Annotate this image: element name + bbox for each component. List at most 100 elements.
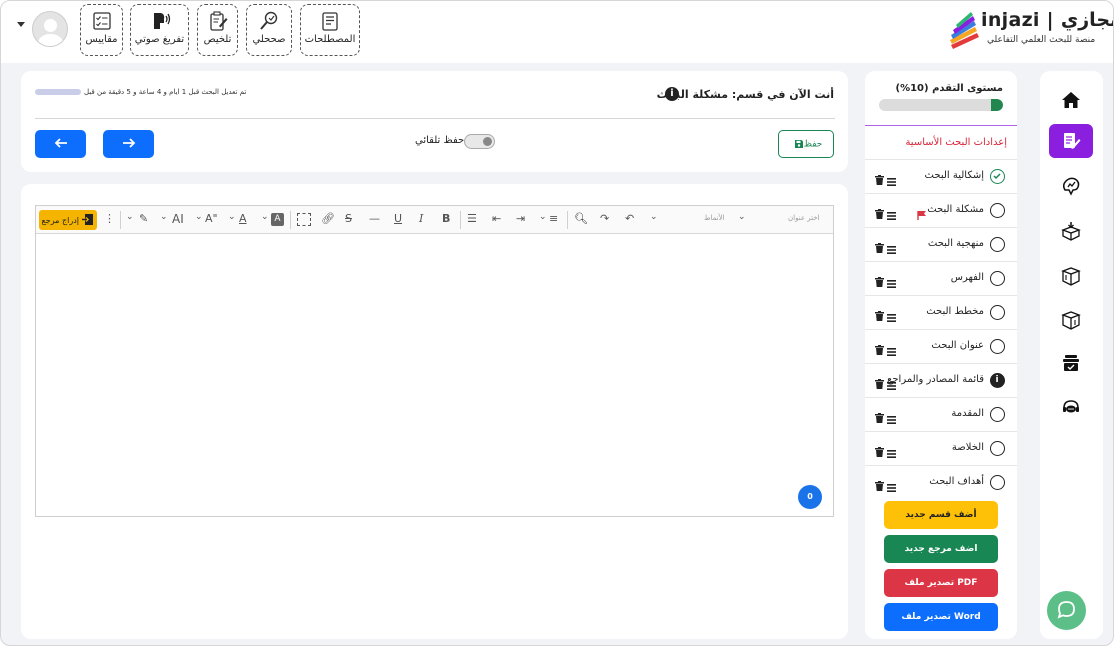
background-color-icon[interactable]: A: [271, 213, 284, 226]
underline-icon[interactable]: U: [394, 212, 402, 228]
autosave-toggle[interactable]: [464, 134, 495, 149]
section-item[interactable]: i قائمة المصادر والمراجع: [865, 363, 1017, 397]
drag-menu-icon[interactable]: [887, 341, 896, 356]
nav-box-download[interactable]: [1049, 214, 1093, 248]
chevron-down-icon[interactable]: ⌄: [650, 212, 658, 228]
export-word-button[interactable]: تصدير ملف Word: [884, 603, 998, 631]
horizontal-rule-icon[interactable]: —: [369, 212, 380, 228]
redo-icon[interactable]: ↷: [600, 212, 609, 228]
trash-icon[interactable]: [875, 408, 884, 423]
chevron-down-icon[interactable]: ⌄: [738, 212, 746, 228]
drag-menu-icon[interactable]: [887, 375, 896, 390]
chevron-down-icon[interactable]: ⌄: [539, 212, 547, 228]
nav-support[interactable]: [1049, 391, 1093, 425]
drag-menu-icon[interactable]: [887, 409, 896, 424]
tool-summarize-button[interactable]: تلخيص: [197, 4, 238, 56]
user-avatar[interactable]: [32, 11, 68, 47]
chat-button[interactable]: [1047, 591, 1086, 630]
tool-proofread-button[interactable]: صححلي: [246, 4, 292, 56]
empty-circle-icon: [990, 237, 1005, 252]
drag-menu-icon[interactable]: [887, 443, 896, 458]
chevron-down-icon[interactable]: ⌄: [160, 212, 168, 228]
add-reference-button[interactable]: اضف مرجع جديد: [884, 535, 998, 563]
heading-select[interactable]: اختر عنوان: [788, 214, 819, 222]
font-size-icon[interactable]: AI: [172, 212, 184, 228]
trash-icon[interactable]: [875, 238, 884, 253]
info-icon[interactable]: i: [665, 87, 679, 101]
trash-icon[interactable]: [875, 476, 884, 491]
highlighter-icon[interactable]: ✎: [139, 212, 148, 228]
archive-check-icon: [1063, 355, 1079, 371]
section-item[interactable]: مخطط البحث: [865, 295, 1017, 329]
trash-icon[interactable]: [875, 170, 884, 185]
chevron-down-icon[interactable]: ⌄: [261, 212, 269, 228]
drag-menu-icon[interactable]: [887, 273, 896, 288]
drag-menu-icon[interactable]: [887, 477, 896, 492]
tool-glossary-button[interactable]: المصطلحات: [300, 4, 360, 56]
save-button[interactable]: حفظ: [778, 130, 834, 158]
nav-box[interactable]: [1049, 259, 1093, 293]
align-right-icon[interactable]: ≡: [549, 212, 558, 228]
export-pdf-button[interactable]: تصدير ملف PDF: [884, 569, 998, 597]
drag-menu-icon[interactable]: [887, 205, 896, 220]
drag-menu-icon[interactable]: [887, 171, 896, 186]
trash-icon[interactable]: [875, 204, 884, 219]
nav-brain[interactable]: [1049, 169, 1093, 203]
font-color-icon[interactable]: A: [239, 212, 247, 228]
previous-section-button[interactable]: [35, 130, 86, 158]
tool-scales-button[interactable]: مقاييس: [80, 4, 123, 56]
edit-document-icon: [1064, 133, 1081, 149]
link-icon[interactable]: 🔗︎: [321, 212, 335, 228]
bold-icon[interactable]: B: [442, 212, 450, 228]
section-item[interactable]: المقدمة: [865, 397, 1017, 431]
drag-menu-icon[interactable]: [887, 307, 896, 322]
trash-icon[interactable]: [875, 340, 884, 355]
chevron-down-icon[interactable]: ⌄: [228, 212, 236, 228]
trash-icon[interactable]: [875, 442, 884, 457]
trash-icon[interactable]: [875, 272, 884, 287]
box-open-icon: [1061, 311, 1081, 330]
paragraph-format-icon[interactable]: ☰: [467, 212, 477, 228]
user-menu-caret-icon[interactable]: [17, 22, 25, 27]
nav-box-open[interactable]: [1049, 303, 1093, 337]
empty-circle-icon: [990, 475, 1005, 490]
strikethrough-icon[interactable]: S: [345, 212, 352, 228]
chevron-down-icon[interactable]: ⌄: [126, 212, 134, 228]
italic-icon[interactable]: I: [419, 212, 423, 228]
insert-document-icon: [82, 214, 93, 225]
section-item[interactable]: منهجية البحث: [865, 227, 1017, 261]
floppy-disk-icon: [794, 139, 803, 148]
next-section-button[interactable]: [103, 130, 154, 158]
select-all-icon[interactable]: [297, 213, 311, 226]
trash-icon[interactable]: [875, 374, 884, 389]
section-item[interactable]: إشكالية البحث: [865, 159, 1017, 193]
section-item[interactable]: الخلاصة: [865, 431, 1017, 465]
undo-icon[interactable]: ↶: [625, 212, 634, 228]
empty-circle-icon: [990, 407, 1005, 422]
outdent-icon[interactable]: ⇤: [492, 212, 501, 228]
chevron-down-icon[interactable]: ⌄: [195, 212, 203, 228]
tool-transcribe-button[interactable]: تفريغ صوتي: [130, 4, 189, 56]
section-item[interactable]: عنوان البحث: [865, 329, 1017, 363]
nav-home[interactable]: [1049, 83, 1093, 117]
more-vertical-icon[interactable]: ⋮: [104, 212, 115, 228]
sections-panel: مستوى التقدم (10%) إعدادات البحث الأساسي…: [865, 71, 1017, 639]
injazi-logo[interactable]: injazi | إنجازي منصة للبحث العلمي التفاع…: [947, 9, 1113, 53]
text-format-icon[interactable]: A≡: [205, 212, 218, 228]
progress-bar: [879, 99, 1003, 111]
nav-editor[interactable]: [1049, 124, 1093, 158]
section-item[interactable]: الفهرس: [865, 261, 1017, 295]
drag-menu-icon[interactable]: [887, 239, 896, 254]
trash-icon[interactable]: [875, 306, 884, 321]
styles-select[interactable]: الأنماط: [704, 214, 725, 222]
section-item[interactable]: مشكلة البحث: [865, 193, 1017, 227]
basic-settings-heading[interactable]: إعدادات البحث الأساسية: [905, 137, 1007, 148]
autosave-label: حفظ تلقائي: [415, 135, 465, 146]
editor-content-area[interactable]: [36, 235, 833, 516]
find-replace-icon[interactable]: 🔍︎: [574, 212, 588, 228]
indent-icon[interactable]: ⇥: [516, 212, 525, 228]
nav-archive[interactable]: [1049, 346, 1093, 380]
add-section-button[interactable]: أضف قسم جديد: [884, 501, 998, 529]
section-item[interactable]: أهداف البحث: [865, 465, 1017, 499]
insert-reference-button[interactable]: إدراج مرجع: [39, 210, 97, 230]
